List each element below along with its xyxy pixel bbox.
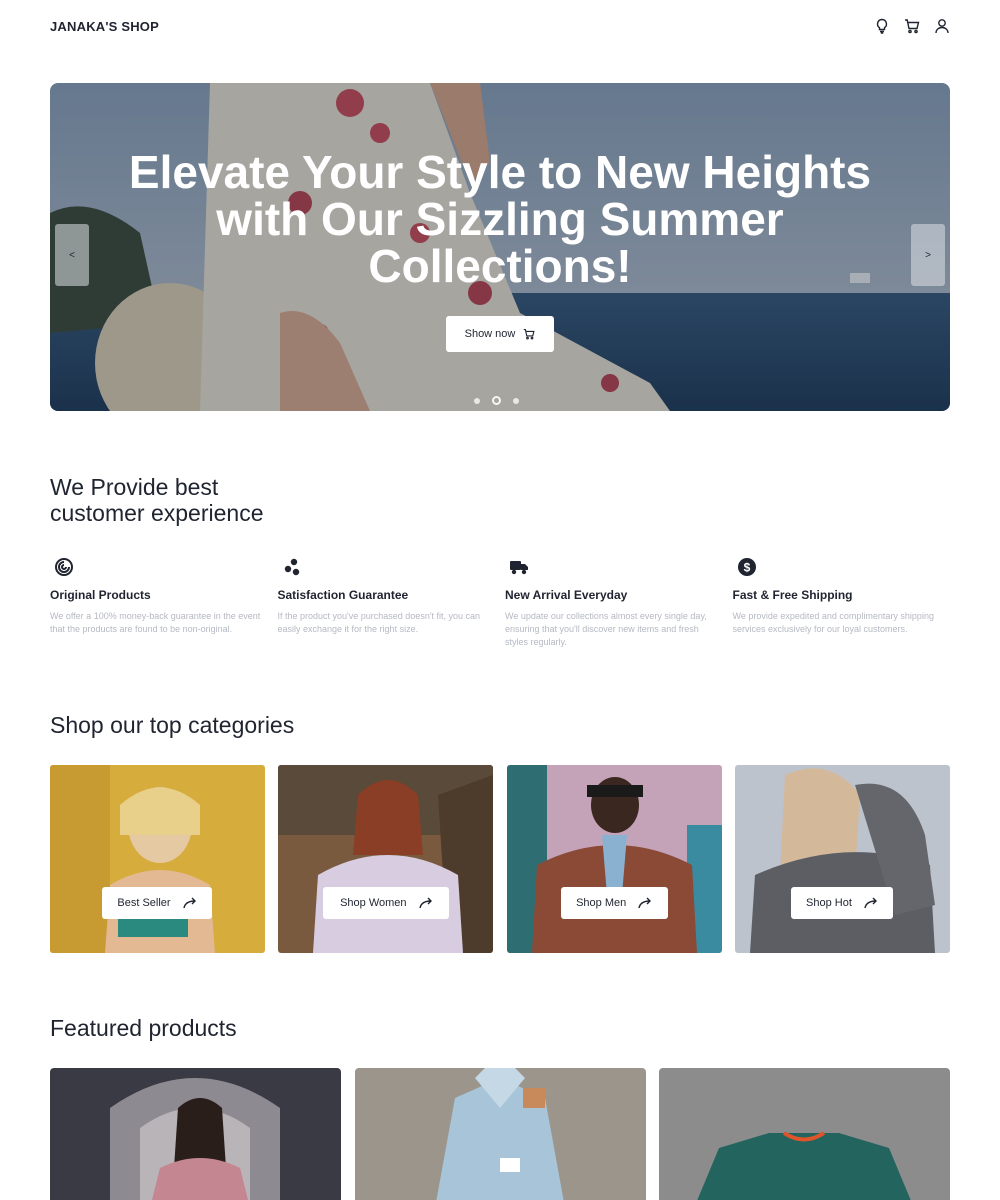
feature-desc: We provide expedited and complimentary s… <box>732 611 934 634</box>
category-image <box>50 765 265 953</box>
category-image <box>278 765 494 953</box>
prev-slide-button[interactable]: < <box>55 224 89 286</box>
share-arrow-icon <box>638 897 652 909</box>
category-label: Shop Hot <box>806 897 852 909</box>
svg-text:$: $ <box>743 561 750 575</box>
shop-men-button[interactable]: Shop Men <box>560 887 668 919</box>
header-icons <box>874 18 950 34</box>
featured-title: Featured products <box>50 1015 237 1041</box>
product-image <box>354 1068 646 1200</box>
site-header: JANAKA'S SHOP <box>50 0 950 52</box>
product-image <box>659 1068 950 1200</box>
share-arrow-icon <box>182 897 196 909</box>
category-card-best-seller[interactable]: Best Seller <box>50 765 265 953</box>
lightbulb-icon[interactable] <box>874 18 890 34</box>
feature-free-shipping: $ Fast & Free Shipping We provide expedi… <box>733 556 961 649</box>
user-icon[interactable] <box>934 18 950 34</box>
show-now-label: Show now <box>464 328 516 340</box>
truck-icon <box>510 561 528 575</box>
product-grid <box>50 1068 950 1200</box>
slide-dot-active[interactable] <box>492 396 501 405</box>
best-seller-button[interactable]: Best Seller <box>102 887 212 919</box>
categories-title: Shop our top categories <box>50 712 295 738</box>
spiral-icon <box>55 558 73 576</box>
feature-desc: If the product you've purchased doesn't … <box>277 611 481 634</box>
slide-dot[interactable] <box>474 397 480 404</box>
category-card-hot[interactable]: Shop Hot <box>734 765 950 953</box>
slide-dots <box>474 396 519 405</box>
category-label: Shop Women <box>340 897 407 909</box>
category-label: Shop Men <box>576 897 627 909</box>
feature-new-arrival: New Arrival Everyday We update our colle… <box>505 556 733 649</box>
cart-icon[interactable] <box>904 18 920 34</box>
product-card[interactable] <box>659 1068 950 1200</box>
category-grid: Best Seller Shop Women Shop Men Shop Hot <box>50 765 950 953</box>
slide-dot[interactable] <box>513 397 519 404</box>
feature-title: Satisfaction Guarantee <box>277 588 409 602</box>
category-image <box>734 765 950 953</box>
feature-original-products: Original Products We offer a 100% money-… <box>50 556 278 649</box>
dots-icon <box>284 558 299 576</box>
cart-icon <box>524 328 535 340</box>
product-image <box>50 1068 341 1200</box>
feature-list: Original Products We offer a 100% money-… <box>50 556 960 649</box>
product-card[interactable] <box>50 1068 341 1200</box>
hero-banner: Elevate Your Style to New Heights with O… <box>50 83 950 411</box>
category-label: Best Seller <box>117 897 171 909</box>
feature-satisfaction-guarantee: Satisfaction Guarantee If the product yo… <box>278 556 506 649</box>
experience-title-line1: We Provide best <box>50 474 219 500</box>
category-card-men[interactable]: Shop Men <box>506 765 722 953</box>
shop-logo[interactable]: JANAKA'S SHOP <box>50 19 159 34</box>
product-card[interactable] <box>354 1068 646 1200</box>
feature-desc: We offer a 100% money-back guarantee in … <box>50 611 261 634</box>
experience-title-line2: customer experience <box>50 500 264 526</box>
hero-title: Elevate Your Style to New Heights with O… <box>128 146 872 292</box>
feature-title: Original Products <box>50 588 151 602</box>
category-card-women[interactable]: Shop Women <box>278 765 494 953</box>
shop-hot-button[interactable]: Shop Hot <box>790 887 893 919</box>
category-image <box>506 765 722 953</box>
shop-women-button[interactable]: Shop Women <box>323 887 450 919</box>
show-now-button[interactable]: Show now <box>446 316 554 352</box>
dollar-icon: $ <box>737 558 756 576</box>
feature-title: Fast & Free Shipping <box>732 588 853 602</box>
feature-title: New Arrival Everyday <box>505 588 628 602</box>
next-slide-button[interactable]: > <box>911 224 945 286</box>
share-arrow-icon <box>864 897 877 909</box>
share-arrow-icon <box>418 897 432 909</box>
feature-desc: We update our collections almost every s… <box>505 611 707 647</box>
experience-title: We Provide best customer experience <box>50 474 264 526</box>
